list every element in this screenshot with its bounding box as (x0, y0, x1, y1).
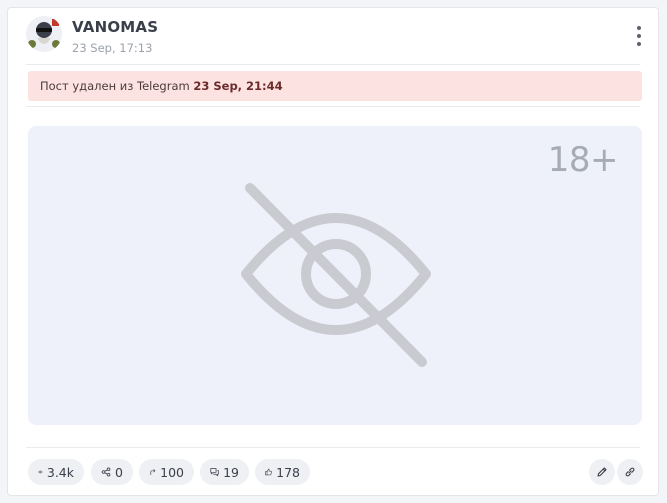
forwards-stat[interactable]: 100 (139, 459, 194, 485)
views-stat[interactable]: 3.4k (28, 459, 84, 485)
post-card: VANOMAS 23 Sep, 17:13 Пост удален из Tel… (7, 7, 659, 496)
reactions-count: 178 (276, 464, 300, 480)
comments-icon (210, 468, 219, 477)
avatar-image (26, 16, 62, 52)
views-count: 3.4k (46, 464, 74, 480)
reactions-stat[interactable]: 178 (255, 459, 310, 485)
forward-icon (150, 469, 156, 475)
forwards-count: 100 (160, 464, 184, 480)
post-stats-bar: 3.4k 0 100 19 178 (28, 459, 643, 487)
divider (26, 447, 640, 448)
eye-slash-icon (241, 183, 431, 367)
share-icon (101, 467, 111, 477)
link-icon (625, 467, 635, 477)
eye-icon (38, 470, 43, 474)
comments-stat[interactable]: 19 (200, 459, 249, 485)
shares-stat[interactable]: 0 (91, 459, 133, 485)
copy-link-button[interactable] (617, 459, 643, 485)
hidden-media-placeholder[interactable]: 18+ (28, 126, 642, 425)
dot-icon (637, 26, 641, 30)
more-options-button[interactable] (634, 26, 644, 46)
age-restriction-label: 18+ (547, 140, 619, 180)
post-header: VANOMAS 23 Sep, 17:13 (8, 8, 658, 66)
thumbs-up-icon (265, 468, 272, 476)
deleted-alert: Пост удален из Telegram 23 Sep, 21:44 (28, 71, 642, 101)
pencil-icon (597, 467, 607, 477)
avatar[interactable] (26, 16, 62, 52)
divider (26, 106, 640, 107)
divider (26, 64, 640, 65)
shares-count: 0 (115, 464, 123, 480)
alert-text: Пост удален из Telegram (40, 79, 194, 93)
edit-button[interactable] (589, 459, 615, 485)
dot-icon (637, 42, 641, 46)
comments-count: 19 (223, 464, 239, 480)
post-date: 23 Sep, 17:13 (72, 41, 153, 55)
alert-deleted-date: 23 Sep, 21:44 (193, 79, 283, 93)
dot-icon (637, 34, 641, 38)
author-name[interactable]: VANOMAS (72, 18, 158, 36)
